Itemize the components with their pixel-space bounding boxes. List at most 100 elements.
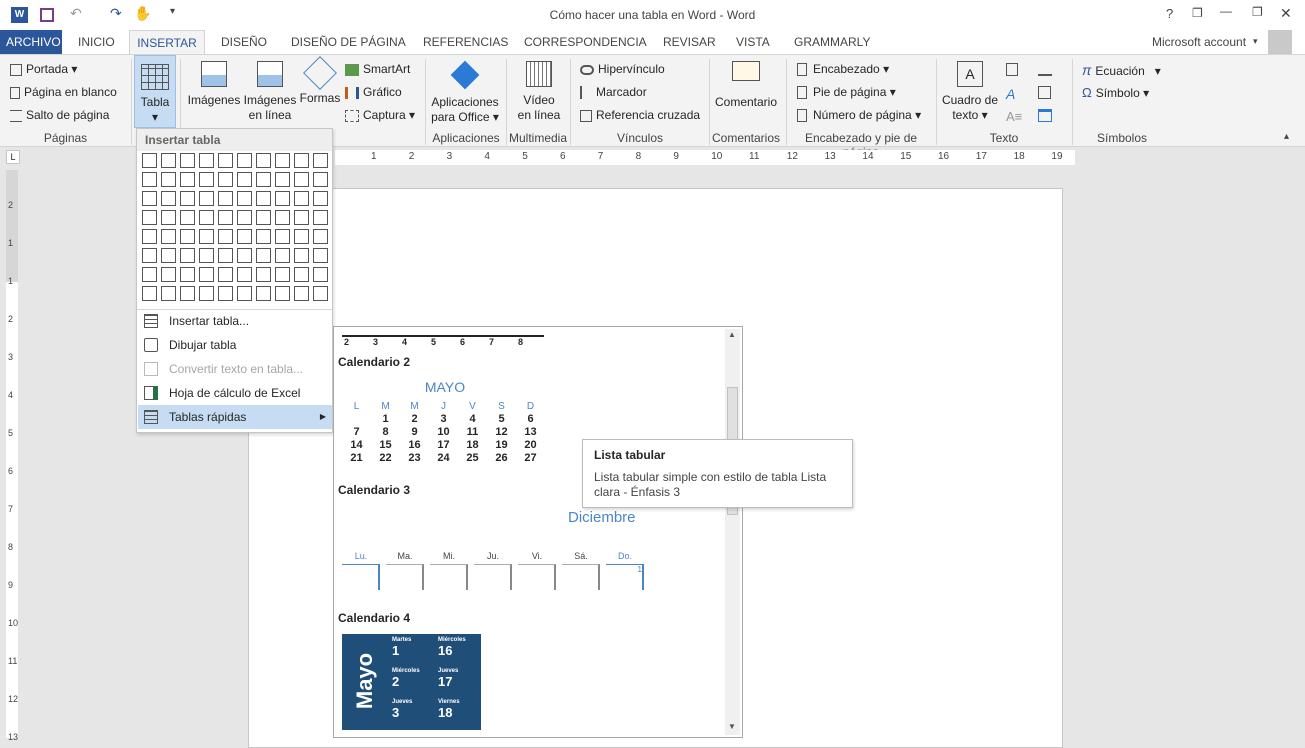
table-grid-cell[interactable] xyxy=(142,153,157,168)
table-grid-cell[interactable] xyxy=(275,153,290,168)
tab-selector[interactable]: L xyxy=(6,150,20,164)
signature-line-icon[interactable] xyxy=(1038,63,1052,76)
quick-tables-item[interactable]: Tablas rápidas ▶ xyxy=(138,405,332,429)
table-grid-cell[interactable] xyxy=(180,248,195,263)
table-grid-cell[interactable] xyxy=(161,248,176,263)
table-grid-cell[interactable] xyxy=(161,191,176,206)
table-grid-cell[interactable] xyxy=(294,286,309,301)
minimize-icon[interactable]: — xyxy=(1220,4,1232,18)
table-grid-cell[interactable] xyxy=(275,229,290,244)
table-grid-cell[interactable] xyxy=(237,286,252,301)
table-grid-cell[interactable] xyxy=(161,153,176,168)
grafico-button[interactable]: Gráfico xyxy=(345,85,402,99)
maximize-icon[interactable]: ❐ xyxy=(1252,5,1263,19)
table-grid-cell[interactable] xyxy=(218,210,233,225)
quick-parts-icon[interactable] xyxy=(1006,63,1018,76)
table-grid-cell[interactable] xyxy=(199,210,214,225)
tab-vista[interactable]: VISTA xyxy=(730,30,776,54)
table-grid-cell[interactable] xyxy=(218,191,233,206)
simbolo-button[interactable]: Ω Símbolo ▾ xyxy=(1082,85,1149,100)
table-grid-cell[interactable] xyxy=(294,248,309,263)
video-linea-button[interactable]: Vídeo en línea xyxy=(510,61,568,123)
gallery-scrollbar[interactable]: ▲ ▼ xyxy=(725,329,740,735)
table-grid-cell[interactable] xyxy=(180,229,195,244)
date-time-icon[interactable] xyxy=(1038,86,1051,99)
table-grid-cell[interactable] xyxy=(275,248,290,263)
portada-button[interactable]: Portada ▾ xyxy=(10,62,77,76)
table-grid-cell[interactable] xyxy=(256,267,271,282)
table-grid-cell[interactable] xyxy=(161,286,176,301)
table-grid-cell[interactable] xyxy=(237,229,252,244)
tab-referencias[interactable]: REFERENCIAS xyxy=(417,30,514,54)
table-grid-cell[interactable] xyxy=(142,286,157,301)
imagenes-button[interactable]: Imágenes xyxy=(186,61,242,108)
account-chevron-icon[interactable]: ▾ xyxy=(1253,36,1258,47)
captura-button[interactable]: Captura ▾ xyxy=(345,108,415,122)
formas-button[interactable]: Formas xyxy=(298,56,342,106)
table-grid-cell[interactable] xyxy=(199,248,214,263)
table-grid-cell[interactable] xyxy=(256,191,271,206)
table-grid-cell[interactable] xyxy=(199,191,214,206)
table-grid-cell[interactable] xyxy=(142,191,157,206)
table-grid-cell[interactable] xyxy=(256,172,271,187)
wordart-icon[interactable]: A xyxy=(1006,86,1015,102)
quick-tables-gallery[interactable]: 2345678 Calendario 2 MAYO LMMJVSD1234567… xyxy=(333,326,743,738)
table-grid-cell[interactable] xyxy=(313,191,328,206)
aplicaciones-office-button[interactable]: Aplicaciones para Office ▾ xyxy=(429,60,501,125)
table-grid-cell[interactable] xyxy=(237,210,252,225)
tab-inicio[interactable]: INICIO xyxy=(72,30,121,54)
table-grid-cell[interactable] xyxy=(142,229,157,244)
table-grid-cell[interactable] xyxy=(199,267,214,282)
pie-pagina-button[interactable]: Pie de página ▾ xyxy=(797,85,896,100)
table-grid-cell[interactable] xyxy=(218,153,233,168)
marcador-button[interactable]: Marcador xyxy=(580,85,647,100)
table-grid-cell[interactable] xyxy=(256,286,271,301)
salto-pagina-button[interactable]: Salto de página xyxy=(10,108,109,122)
table-grid-cell[interactable] xyxy=(180,210,195,225)
horizontal-ruler[interactable]: 1 2 3 4 5 6 7 8 9 10 11 12 13 14 15 16 17 18 19 xyxy=(335,150,1075,165)
calendario-3[interactable]: Lu. Ma. Mi. Ju. Vi. Sá. Do. 1 xyxy=(342,551,652,601)
table-grid-cell[interactable] xyxy=(180,172,195,187)
calendario-4[interactable]: Mayo Martes 1 Miércoles 16 Miércoles 2 Jueves 1… xyxy=(342,634,481,730)
tab-correspondencia[interactable]: CORRESPONDENCIA xyxy=(518,30,653,54)
table-grid-cell[interactable] xyxy=(161,210,176,225)
table-grid-cell[interactable] xyxy=(294,267,309,282)
table-grid-cell[interactable] xyxy=(199,153,214,168)
table-grid-cell[interactable] xyxy=(256,210,271,225)
tab-revisar[interactable]: REVISAR xyxy=(657,30,722,54)
object-icon[interactable] xyxy=(1038,109,1052,122)
table-grid-cell[interactable] xyxy=(237,153,252,168)
table-grid-cell[interactable] xyxy=(161,172,176,187)
table-grid-cell[interactable] xyxy=(313,153,328,168)
table-grid-cell[interactable] xyxy=(161,267,176,282)
tab-grammarly[interactable]: GRAMMARLY xyxy=(788,30,876,54)
table-grid-cell[interactable] xyxy=(294,191,309,206)
scroll-down-icon[interactable]: ▼ xyxy=(728,722,736,731)
table-grid-cell[interactable] xyxy=(161,229,176,244)
table-grid-cell[interactable] xyxy=(142,248,157,263)
table-grid-cell[interactable] xyxy=(275,172,290,187)
table-grid-cell[interactable] xyxy=(142,267,157,282)
tab-diseno[interactable]: DISEÑO xyxy=(215,30,273,54)
table-grid-cell[interactable] xyxy=(237,191,252,206)
table-grid-cell[interactable] xyxy=(218,229,233,244)
table-grid-cell[interactable] xyxy=(180,153,195,168)
table-grid-cell[interactable] xyxy=(218,172,233,187)
table-grid-cell[interactable] xyxy=(237,172,252,187)
table-grid-cell[interactable] xyxy=(218,267,233,282)
table-grid-cell[interactable] xyxy=(237,248,252,263)
table-grid-cell[interactable] xyxy=(142,210,157,225)
ecuacion-button[interactable]: π Ecuación ▾ xyxy=(1082,62,1161,78)
table-grid-cell[interactable] xyxy=(142,172,157,187)
table-grid-cell[interactable] xyxy=(294,210,309,225)
collapse-ribbon-icon[interactable]: ▴ xyxy=(1284,131,1289,142)
insert-table-item[interactable]: Insertar tabla... xyxy=(138,309,332,333)
table-grid-cell[interactable] xyxy=(313,267,328,282)
encabezado-button[interactable]: Encabezado ▾ xyxy=(797,62,889,77)
table-grid-cell[interactable] xyxy=(313,172,328,187)
numero-pagina-button[interactable]: Número de página ▾ xyxy=(797,108,921,123)
tab-insertar[interactable]: INSERTAR xyxy=(129,30,205,54)
table-grid-cell[interactable] xyxy=(237,267,252,282)
pagina-blanco-button[interactable]: Página en blanco xyxy=(10,85,117,99)
hipervinculo-button[interactable]: Hipervínculo xyxy=(580,62,665,76)
